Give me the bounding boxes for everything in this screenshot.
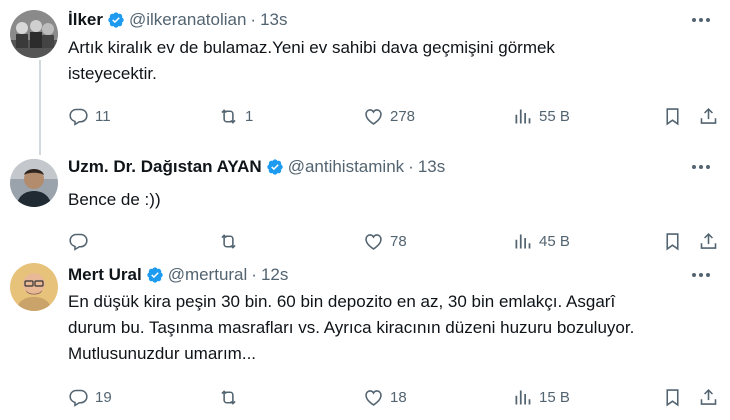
share-icon (700, 232, 717, 249)
views-icon (515, 234, 531, 248)
share-icon (700, 107, 717, 124)
like-button[interactable]: 278 (363, 104, 415, 128)
separator-dot: · (408, 157, 414, 176)
reply-button[interactable]: 19 (68, 385, 112, 409)
tweet-text-line: En düşük kira peşin 30 bin. 60 bin depoz… (68, 292, 616, 311)
tweet-text: Bence de :)) (68, 190, 161, 209)
timestamp[interactable]: 13s (260, 10, 287, 30)
like-count: 78 (390, 232, 407, 250)
bookmark-button[interactable] (662, 104, 683, 128)
reply-icon (69, 108, 88, 126)
like-icon (365, 233, 382, 250)
tweet-actions: 19 18 15 B (68, 385, 718, 409)
views-button[interactable]: 15 B (512, 385, 570, 409)
view-count: 15 B (539, 388, 570, 406)
retweet-count: 1 (245, 107, 254, 125)
view-count: 45 B (539, 232, 570, 250)
reply-button[interactable]: 11 (68, 104, 111, 128)
timestamp[interactable]: 13s (418, 157, 445, 177)
bookmark-button[interactable] (662, 385, 683, 409)
tweet-header: Uzm. Dr. Dağıstan AYAN @antihistamink · … (68, 155, 445, 179)
share-button[interactable] (698, 385, 719, 409)
tweet-3[interactable]: Mert Ural @mertural · 12s En düşük kira … (0, 263, 730, 420)
reply-icon (69, 233, 88, 251)
retweet-button[interactable] (218, 229, 245, 253)
like-count: 18 (390, 388, 407, 406)
tweet-1[interactable]: İlker @ilkeranatolian · 13s Artık kiralı… (0, 8, 730, 133)
author-handle[interactable]: @ilkeranatolian (129, 10, 246, 30)
retweet-icon (221, 108, 236, 124)
bookmark-button[interactable] (662, 229, 683, 253)
bookmark-icon (666, 232, 679, 250)
author-handle[interactable]: @mertural (168, 265, 248, 285)
avatar[interactable] (10, 159, 58, 207)
tweet-actions: 78 45 B (68, 229, 718, 253)
retweet-button[interactable] (218, 385, 245, 409)
tweet-2[interactable]: Uzm. Dr. Dağıstan AYAN @antihistamink · … (0, 155, 730, 260)
share-icon (700, 388, 717, 405)
tweet-text-line: Mutlusunuzdur umarım... (68, 344, 257, 363)
verified-badge-icon (108, 12, 124, 28)
like-icon (365, 389, 382, 406)
more-icon[interactable] (690, 265, 712, 285)
tweet-actions: 11 1 278 55 B (68, 104, 718, 128)
more-icon[interactable] (690, 157, 712, 177)
reply-button[interactable] (68, 229, 95, 253)
retweet-button[interactable]: 1 (218, 104, 253, 128)
reply-count: 11 (95, 107, 111, 125)
tweet-header: İlker @ilkeranatolian · 13s (68, 8, 288, 32)
retweet-icon (221, 233, 236, 249)
views-button[interactable]: 55 B (512, 104, 570, 128)
views-icon (515, 390, 531, 404)
verified-badge-icon (147, 267, 163, 283)
like-count: 278 (390, 107, 416, 125)
tweet-text: En düşük kira peşin 30 bin. 60 bin depoz… (68, 289, 718, 367)
bookmark-icon (666, 107, 679, 125)
author-name[interactable]: İlker (68, 10, 103, 30)
tweet-header: Mert Ural @mertural · 12s (68, 263, 288, 287)
share-button[interactable] (698, 229, 719, 253)
like-icon (365, 108, 382, 125)
tweet-text-line: durum bu. Taşınma masrafları vs. Ayrıca … (68, 318, 635, 337)
reply-icon (69, 389, 88, 407)
like-button[interactable]: 18 (363, 385, 407, 409)
reply-count: 19 (95, 388, 112, 406)
views-icon (515, 109, 531, 123)
author-name[interactable]: Uzm. Dr. Dağıstan AYAN (68, 157, 262, 177)
author-handle[interactable]: @antihistamink (288, 157, 404, 177)
avatar-image (10, 159, 58, 207)
like-button[interactable]: 78 (363, 229, 407, 253)
separator-dot: · (251, 265, 257, 284)
tweet-text: Artık kiralık ev de bulamaz.Yeni ev sahi… (68, 38, 555, 83)
avatar-image (10, 10, 58, 58)
share-button[interactable] (698, 104, 719, 128)
author-name[interactable]: Mert Ural (68, 265, 142, 285)
avatar[interactable] (10, 263, 58, 311)
bookmark-icon (666, 388, 679, 406)
retweet-icon (221, 389, 236, 405)
avatar[interactable] (10, 10, 58, 58)
more-icon[interactable] (690, 10, 712, 30)
separator-dot: · (250, 10, 257, 29)
view-count: 55 B (539, 107, 570, 125)
verified-badge-icon (267, 159, 283, 175)
avatar-image (10, 263, 58, 311)
views-button[interactable]: 45 B (512, 229, 570, 253)
timestamp[interactable]: 12s (261, 265, 288, 285)
